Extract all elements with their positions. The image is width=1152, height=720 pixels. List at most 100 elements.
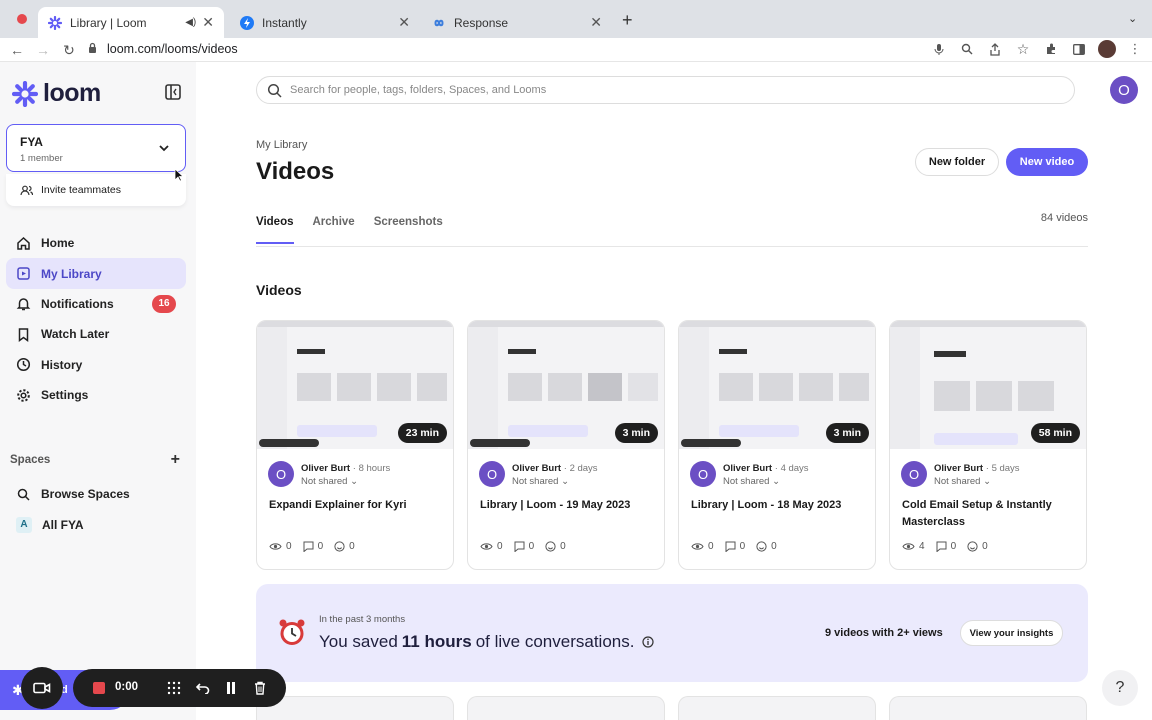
breadcrumb[interactable]: My Library [256,139,307,151]
views-stat: 0 [480,541,503,552]
bell-icon [16,298,31,311]
clock-icon [16,358,31,372]
new-video-button[interactable]: New video [1006,148,1088,176]
sidebar-item-label: Browse Spaces [41,487,130,502]
owner-avatar: O [479,461,505,487]
smiley-icon [967,541,978,552]
share-status[interactable]: Not shared ⌄ [512,476,569,487]
tab-archive[interactable]: Archive [313,216,355,244]
tab-videos[interactable]: Videos [256,216,294,244]
workspace-dropdown[interactable]: FYA 1 member [6,124,186,172]
bookmark-star-icon[interactable]: ☆ [1014,40,1032,58]
sidebar-item-notifications[interactable]: Notifications 16 [6,289,186,319]
tab-list-chevron-icon[interactable]: ⌄ [1128,12,1137,25]
reactions-stat: 0 [967,541,988,552]
search-input[interactable]: Search for people, tags, folders, Spaces… [256,76,1075,104]
tab-library-loom[interactable]: Library | Loom ◀) ✕ [38,7,224,38]
info-icon[interactable] [642,636,655,648]
reactions-stat: 0 [334,541,355,552]
video-title[interactable]: Cold Email Setup & Instantly Masterclass [902,497,1078,531]
views-count: 4 [919,541,925,552]
recording-controls: 0:00 [73,669,286,707]
invite-teammates-item[interactable]: Invite teammates [6,174,186,206]
video-card-peek[interactable] [889,696,1087,720]
video-card-peek[interactable] [678,696,876,720]
video-card[interactable]: 3 min O Oliver Burt · 2 days Not shared … [467,320,665,570]
profile-avatar-icon[interactable] [1098,40,1116,58]
pause-icon[interactable] [222,679,240,697]
sidebar-item-my-library[interactable]: My Library [6,258,186,289]
share-status[interactable]: Not shared ⌄ [723,476,780,487]
user-avatar[interactable]: O [1110,76,1138,104]
restart-icon[interactable] [194,679,212,697]
sidebar-item-label: Watch Later [41,327,110,342]
stop-recording-button[interactable] [93,682,105,694]
help-button[interactable]: ? [1102,670,1138,706]
sidebar-item-settings[interactable]: Settings [6,380,186,410]
video-thumbnail[interactable]: 23 min [257,321,453,449]
video-card[interactable]: 58 min O Oliver Burt · 5 days Not shared… [889,320,1087,570]
tab-title: Library | Loom [70,15,147,30]
views-stat: 0 [269,541,292,552]
sidebar-item-home[interactable]: Home [6,228,186,258]
zoom-icon[interactable] [958,40,976,58]
smiley-icon [545,541,556,552]
share-status[interactable]: Not shared ⌄ [934,476,991,487]
view-insights-button[interactable]: View your insights [960,620,1063,646]
reload-icon[interactable]: ↻ [60,41,78,59]
camera-bubble[interactable] [21,667,63,709]
video-title[interactable]: Library | Loom - 18 May 2023 [691,497,867,514]
comments-stat: 0 [303,541,323,552]
collapse-sidebar-icon[interactable] [164,83,182,101]
address-bar: ← → ↻ loom.com/looms/videos ☆ ⋮ [0,38,1152,62]
extensions-icon[interactable] [1042,40,1060,58]
speaker-icon[interactable]: ◀) [185,17,196,28]
back-arrow-icon[interactable]: ← [8,41,26,59]
side-panel-icon[interactable] [1070,40,1088,58]
microphone-icon[interactable] [930,40,948,58]
video-card-peek[interactable] [256,696,454,720]
owner-line: Oliver Burt · 2 days [512,463,598,474]
share-icon[interactable] [986,40,1004,58]
forward-arrow-icon[interactable]: → [34,41,52,59]
sidebar-item-watch-later[interactable]: Watch Later [6,319,186,349]
url-field[interactable]: loom.com/looms/videos [88,39,948,59]
workspace-members: 1 member [20,153,63,164]
share-status[interactable]: Not shared ⌄ [301,476,358,487]
video-card-peek[interactable] [467,696,665,720]
tab-title: Instantly [262,15,307,30]
video-thumbnail[interactable]: 3 min [468,321,664,449]
close-tab-icon[interactable]: ✕ [202,14,214,31]
share-status-label: Not shared [512,476,559,487]
menu-kebab-icon[interactable]: ⋮ [1126,40,1144,58]
owner-line: Oliver Burt · 5 days [934,463,1020,474]
tab-screenshots[interactable]: Screenshots [374,216,443,244]
video-card[interactable]: 3 min O Oliver Burt · 4 days Not shared … [678,320,876,570]
add-space-icon[interactable]: + [171,451,180,469]
reactions-count: 0 [560,541,566,552]
trash-icon[interactable] [251,679,269,697]
video-title[interactable]: Library | Loom - 19 May 2023 [480,497,656,514]
video-camera-icon [33,682,51,694]
video-age: 5 days [991,463,1020,474]
drawing-tools-icon[interactable] [165,679,183,697]
close-tab-icon[interactable]: ✕ [398,14,410,31]
new-tab-icon[interactable]: + [622,10,633,31]
headline-tail: of live conversations. [475,632,635,651]
invite-label: Invite teammates [41,184,121,196]
tab-response[interactable]: Response ✕ [422,7,612,38]
video-title[interactable]: Expandi Explainer for Kyri [269,497,445,514]
banner-headline: You saved 11 hours of live conversations… [319,632,655,652]
sidebar-item-browse-spaces[interactable]: Browse Spaces [6,479,186,509]
tab-instantly[interactable]: Instantly ✕ [230,7,420,38]
video-card[interactable]: 23 min O Oliver Burt · 8 hours Not share… [256,320,454,570]
chevron-down-icon: ⌄ [561,476,570,487]
loom-logo[interactable]: loom [12,79,101,108]
video-thumbnail[interactable]: 3 min [679,321,875,449]
video-thumbnail[interactable]: 58 min [890,321,1086,449]
reactions-stat: 0 [545,541,566,552]
close-tab-icon[interactable]: ✕ [590,14,602,31]
sidebar-item-all-fya[interactable]: A All FYA [6,509,186,539]
sidebar-item-history[interactable]: History [6,350,186,380]
new-folder-button[interactable]: New folder [915,148,999,176]
